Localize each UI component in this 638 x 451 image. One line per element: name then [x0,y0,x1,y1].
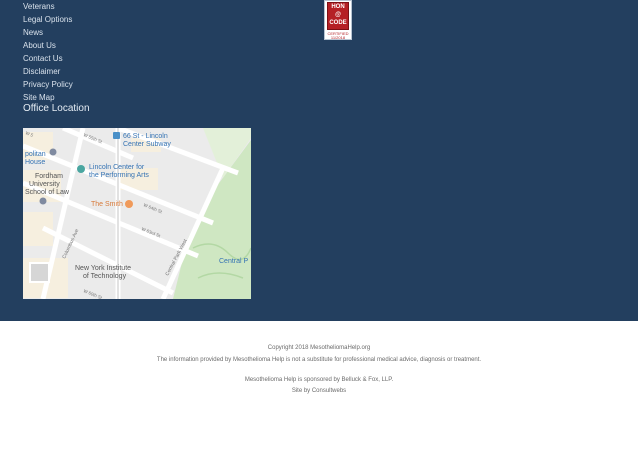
hon-code-badge[interactable]: HON @ CODE CERTIFIED 11/2018 [324,0,352,40]
map-label-central-park: Central P [219,258,249,265]
university-marker-icon [39,197,47,205]
footer-disclaimer: The information provided by Mesothelioma… [156,357,482,363]
map-canvas: 66 St - Lincoln Center Subway Lincoln Cen… [23,128,251,299]
nav-link-privacy-policy[interactable]: Privacy Policy [23,78,73,91]
subway-icon [113,132,120,139]
footer-credit-link[interactable]: Site by Consultwebs [0,388,638,394]
map-label-nyit: New York Institute of Technology [75,265,131,280]
map-label-smith: The Smith [91,201,123,208]
office-location-heading: Office Location [23,103,90,114]
hotel-marker-icon [49,148,57,156]
nav-link-veterans[interactable]: Veterans [23,0,73,13]
nav-link-news[interactable]: News [23,26,73,39]
badge-line1: HON [331,4,345,10]
hon-logo-icon: HON @ CODE [327,2,349,30]
map-label-lincoln: Lincoln Center for the Performing Arts [89,164,149,179]
nav-link-contact-us[interactable]: Contact Us [23,52,73,65]
map-label-politan: politan House [25,151,46,166]
map-control-button[interactable] [29,262,50,283]
map-label-subway: 66 St - Lincoln Center Subway [123,133,171,148]
badge-line2: @ [335,12,341,18]
lincoln-center-marker-icon [77,165,85,173]
nav-link-about-us[interactable]: About Us [23,39,73,52]
badge-line3: CODE [329,20,347,26]
restaurant-marker-icon [125,200,133,208]
footer-copyright: Copyright 2018 MesotheliomaHelp.org [267,345,371,351]
nav-link-disclaimer[interactable]: Disclaimer [23,65,73,78]
footer-top-section: Veterans Legal Options News About Us Con… [0,0,638,321]
footer-sponsor: Mesothelioma Help is sponsored by Belluc… [244,377,394,383]
page-footer: Copyright 2018 MesotheliomaHelp.org The … [0,321,638,451]
badge-cert-date: 11/2018 [330,35,346,40]
footer-nav: Veterans Legal Options News About Us Con… [23,0,73,104]
office-map[interactable]: 66 St - Lincoln Center Subway Lincoln Cen… [23,128,251,299]
nav-link-legal-options[interactable]: Legal Options [23,13,73,26]
